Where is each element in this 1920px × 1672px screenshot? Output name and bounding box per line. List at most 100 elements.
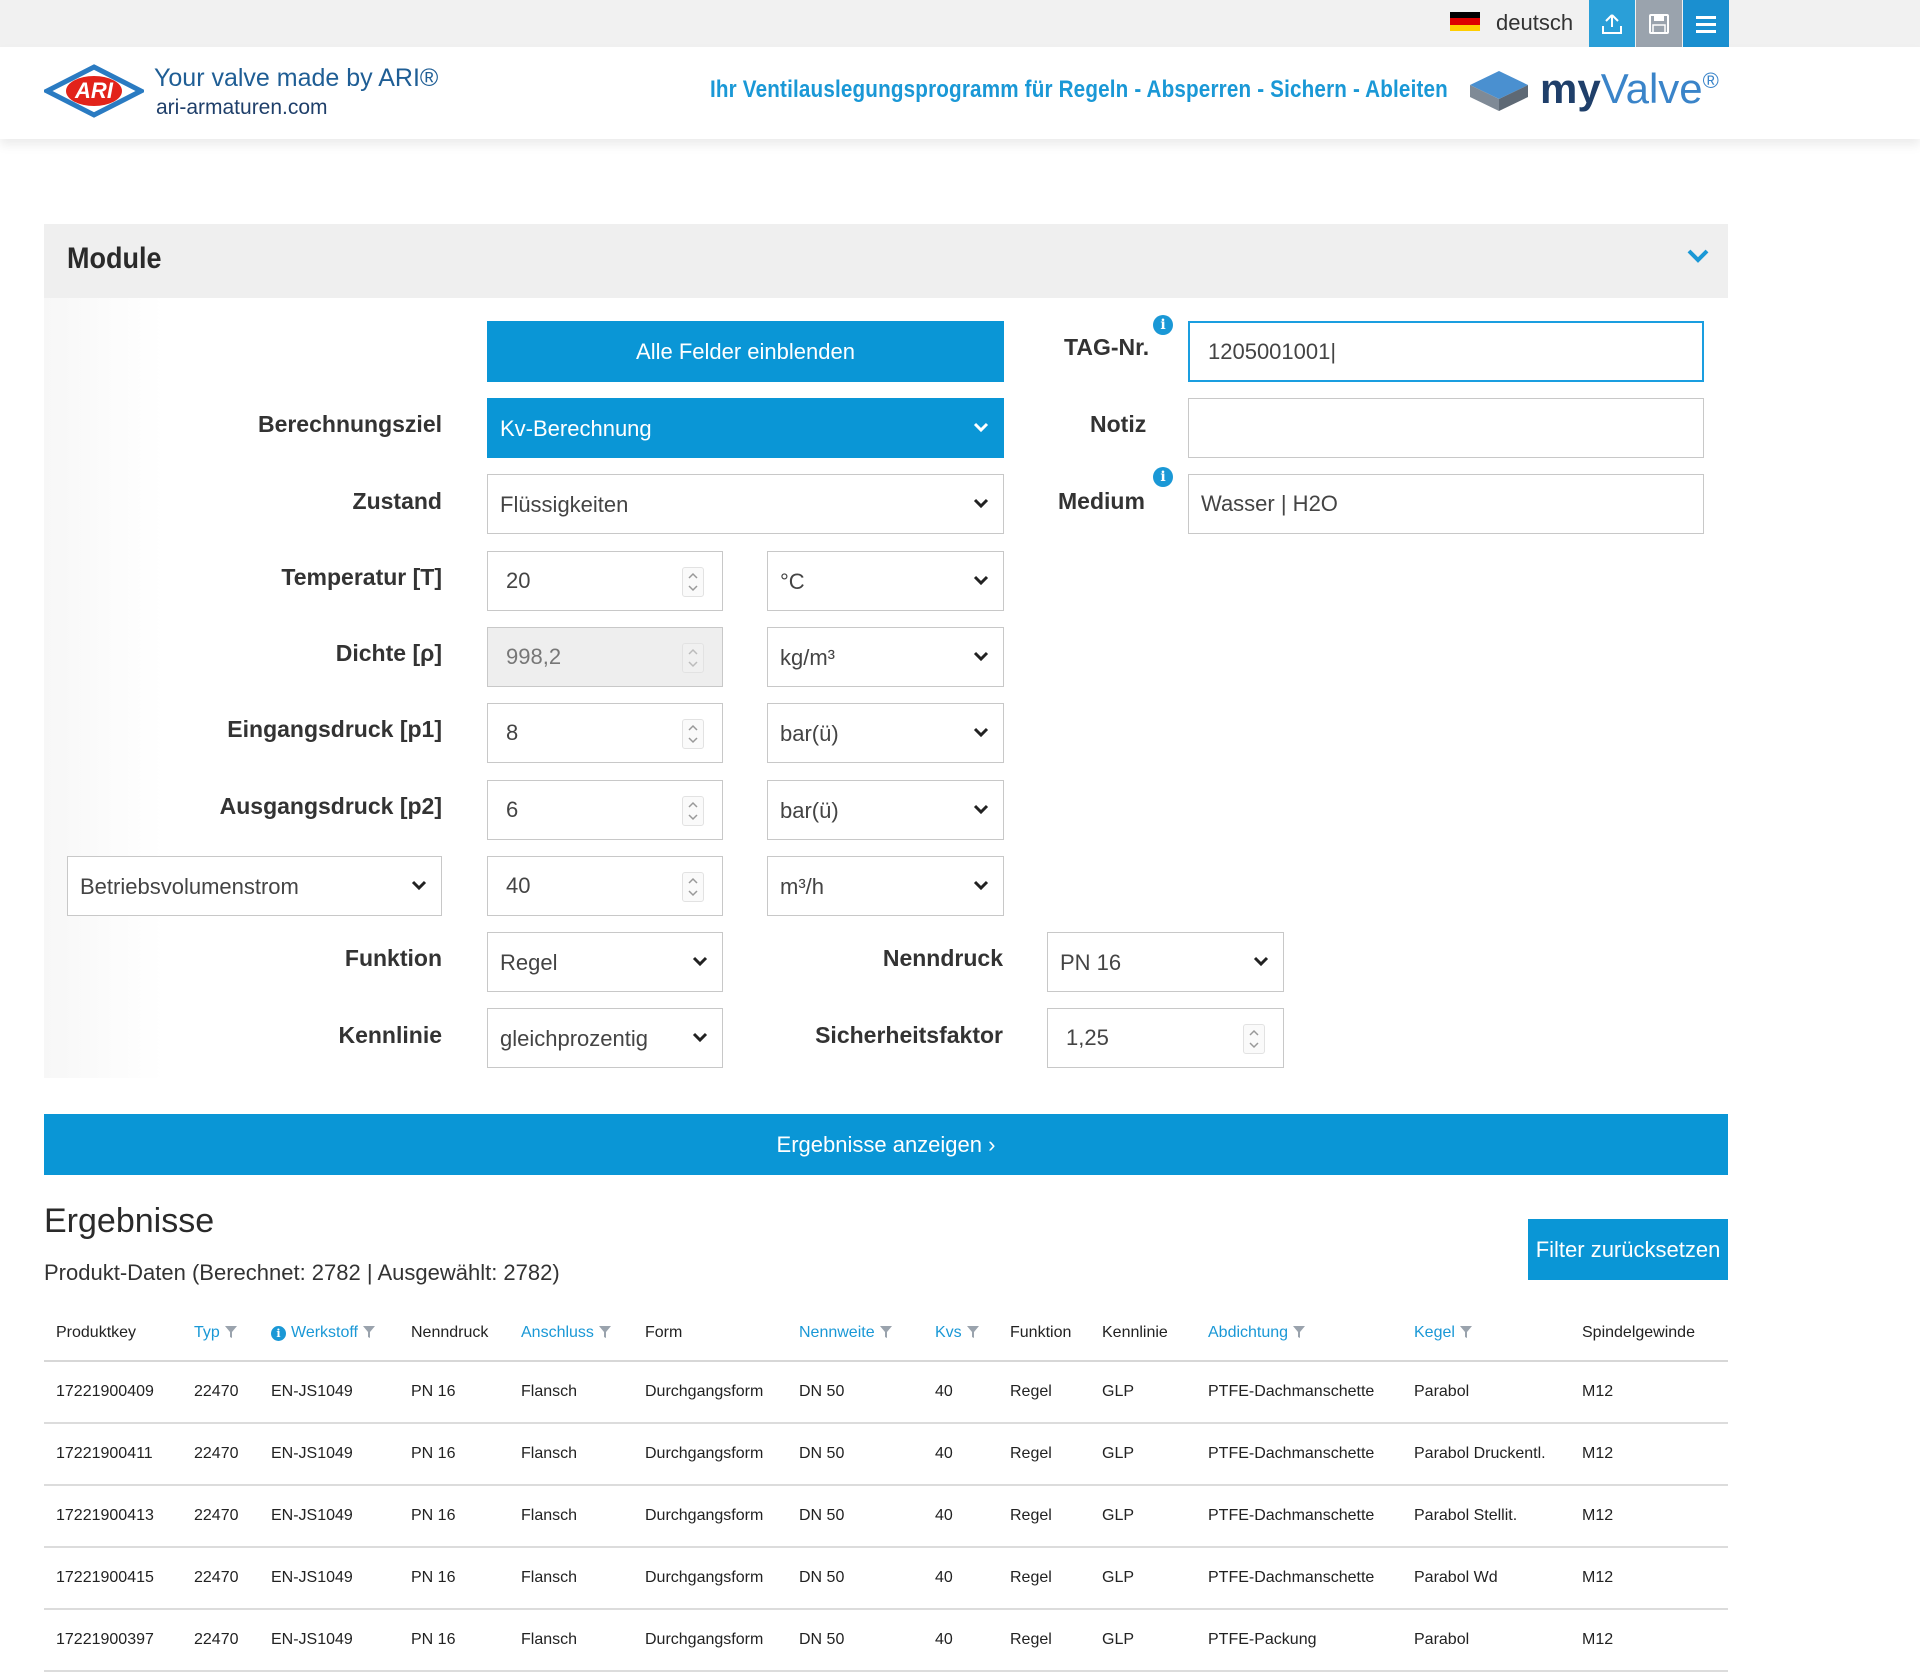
table-cell: 40 [923, 1361, 998, 1424]
berechnungsziel-select[interactable]: Kv-Berechnung [487, 398, 1004, 458]
table-row[interactable]: 17221900415 22470 EN-JS1049 PN 16 Flansch Dur… [44, 1547, 1728, 1610]
ari-logo-text: ARI [75, 78, 113, 103]
top-bar: deutsch [0, 0, 1920, 47]
upload-button[interactable] [1589, 0, 1635, 47]
table-cell: Regel [998, 1361, 1090, 1424]
ausgangsdruck-unit-select[interactable]: bar(ü) [767, 780, 1004, 840]
zustand-select[interactable]: Flüssigkeiten [487, 474, 1004, 534]
filter-icon[interactable] [1459, 1325, 1473, 1339]
number-stepper[interactable] [1243, 1024, 1265, 1054]
funktion-select[interactable]: Regel [487, 932, 723, 992]
ari-logo[interactable]: ARI [41, 64, 147, 123]
col-abdichtung[interactable]: Abdichtung [1196, 1306, 1402, 1362]
table-cell: PN 16 [399, 1547, 509, 1610]
table-cell: Regel [998, 1423, 1090, 1486]
table-cell: 22470 [182, 1609, 259, 1672]
table-cell: Durchgangsform [633, 1361, 787, 1424]
berechnungsziel-value: Kv-Berechnung [500, 416, 652, 441]
table-cell: 40 [923, 1609, 998, 1672]
col-produktkey[interactable]: Produktkey [44, 1306, 182, 1362]
table-cell: Flansch [509, 1423, 633, 1486]
table-cell: GLP [1090, 1361, 1196, 1424]
filter-icon[interactable] [224, 1325, 238, 1339]
col-anschluss[interactable]: Anschluss [509, 1306, 633, 1362]
results-title: Ergebnisse [44, 1202, 215, 1240]
col-typ[interactable]: Typ [182, 1306, 259, 1362]
temperatur-label: Temperatur [T] [281, 564, 442, 590]
col-kegel[interactable]: Kegel [1402, 1306, 1570, 1362]
german-flag-icon[interactable] [1450, 12, 1480, 32]
table-cell: PN 16 [399, 1361, 509, 1424]
table-cell: 17221900415 [44, 1547, 182, 1610]
filter-icon[interactable] [966, 1325, 980, 1339]
table-cell: Flansch [509, 1485, 633, 1548]
info-icon[interactable]: i [1153, 467, 1173, 487]
col-form[interactable]: Form [633, 1306, 787, 1362]
number-stepper [682, 643, 704, 673]
myvalve-logo[interactable]: myValve® [1540, 65, 1719, 113]
table-cell: Parabol [1402, 1361, 1570, 1424]
table-cell: 22470 [182, 1423, 259, 1486]
notiz-input[interactable] [1188, 398, 1704, 458]
temperatur-input[interactable]: 20 [487, 551, 723, 611]
save-icon [1649, 13, 1669, 34]
menu-icon [1696, 15, 1716, 33]
site-link[interactable]: ari-armaturen.com [156, 96, 328, 120]
table-cell: M12 [1570, 1547, 1728, 1610]
filter-icon[interactable] [1292, 1325, 1306, 1339]
table-row[interactable]: 17221900411 22470 EN-JS1049 PN 16 Flansch Dur… [44, 1423, 1728, 1486]
info-icon[interactable]: i [1153, 315, 1173, 335]
number-stepper[interactable] [682, 796, 704, 826]
number-stepper[interactable] [682, 567, 704, 597]
tag-input[interactable]: 1205001001| [1188, 321, 1704, 382]
col-nenndruck[interactable]: Nenndruck [399, 1306, 509, 1362]
table-cell: Flansch [509, 1609, 633, 1672]
chevron-down-icon [973, 727, 989, 738]
volumenstrom-type-select[interactable]: Betriebsvolumenstrom [67, 856, 442, 916]
sicherheitsfaktor-input[interactable]: 1,25 [1047, 1008, 1284, 1068]
table-row[interactable]: 17221900397 22470 EN-JS1049 PN 16 Flansch Dur… [44, 1609, 1728, 1672]
show-results-button[interactable]: Ergebnisse anzeigen › [44, 1114, 1728, 1175]
table-cell: GLP [1090, 1423, 1196, 1486]
table-row[interactable]: 17221900413 22470 EN-JS1049 PN 16 Flansch Dur… [44, 1485, 1728, 1548]
reset-filter-button[interactable]: Filter zurücksetzen [1528, 1219, 1728, 1280]
number-stepper[interactable] [682, 872, 704, 902]
language-selector[interactable]: deutsch [1496, 10, 1573, 36]
kennlinie-select[interactable]: gleichprozentig [487, 1008, 723, 1068]
medium-label: Medium [1058, 488, 1145, 514]
chevron-down-icon [692, 1032, 708, 1043]
number-stepper[interactable] [682, 719, 704, 749]
table-cell: Parabol Wd [1402, 1547, 1570, 1610]
volumenstrom-input[interactable]: 40 [487, 856, 723, 916]
table-row[interactable]: 17221900409 22470 EN-JS1049 PN 16 Flansch Dur… [44, 1361, 1728, 1424]
filter-icon[interactable] [598, 1325, 612, 1339]
eingangsdruck-unit-select[interactable]: bar(ü) [767, 703, 1004, 763]
temperatur-unit-select[interactable]: °C [767, 551, 1004, 611]
eingangsdruck-label: Eingangsdruck [p1] [227, 716, 442, 742]
eingangsdruck-input[interactable]: 8 [487, 703, 723, 763]
save-button[interactable] [1636, 0, 1682, 47]
dichte-unit-select[interactable]: kg/m³ [767, 627, 1004, 687]
table-cell: 22470 [182, 1361, 259, 1424]
chevron-down-icon[interactable] [1686, 248, 1710, 264]
volumenstrom-unit-select[interactable]: m³/h [767, 856, 1004, 916]
col-kvs[interactable]: Kvs [923, 1306, 998, 1362]
module-panel-header[interactable]: Module [44, 224, 1728, 298]
filter-icon[interactable] [362, 1325, 376, 1339]
table-cell: PTFE-Dachmanschette [1196, 1485, 1402, 1548]
col-werkstoff[interactable]: i Werkstoff [259, 1306, 399, 1362]
col-kennlinie[interactable]: Kennlinie [1090, 1306, 1196, 1362]
table-cell: Flansch [509, 1361, 633, 1424]
results-subtitle: Produkt-Daten (Berechnet: 2782 | Ausgewä… [44, 1260, 560, 1285]
col-spindelgewinde[interactable]: Spindelgewinde [1570, 1306, 1728, 1362]
menu-button[interactable] [1683, 0, 1729, 47]
show-all-fields-button[interactable]: Alle Felder einblenden [487, 321, 1004, 382]
filter-icon[interactable] [879, 1325, 893, 1339]
medium-input[interactable]: Wasser | H2O [1188, 474, 1704, 534]
info-icon[interactable]: i [271, 1326, 286, 1341]
ausgangsdruck-input[interactable]: 6 [487, 780, 723, 840]
col-nennweite[interactable]: Nennweite [787, 1306, 923, 1362]
col-funktion[interactable]: Funktion [998, 1306, 1090, 1362]
nenndruck-select[interactable]: PN 16 [1047, 932, 1284, 992]
table-cell: M12 [1570, 1609, 1728, 1672]
